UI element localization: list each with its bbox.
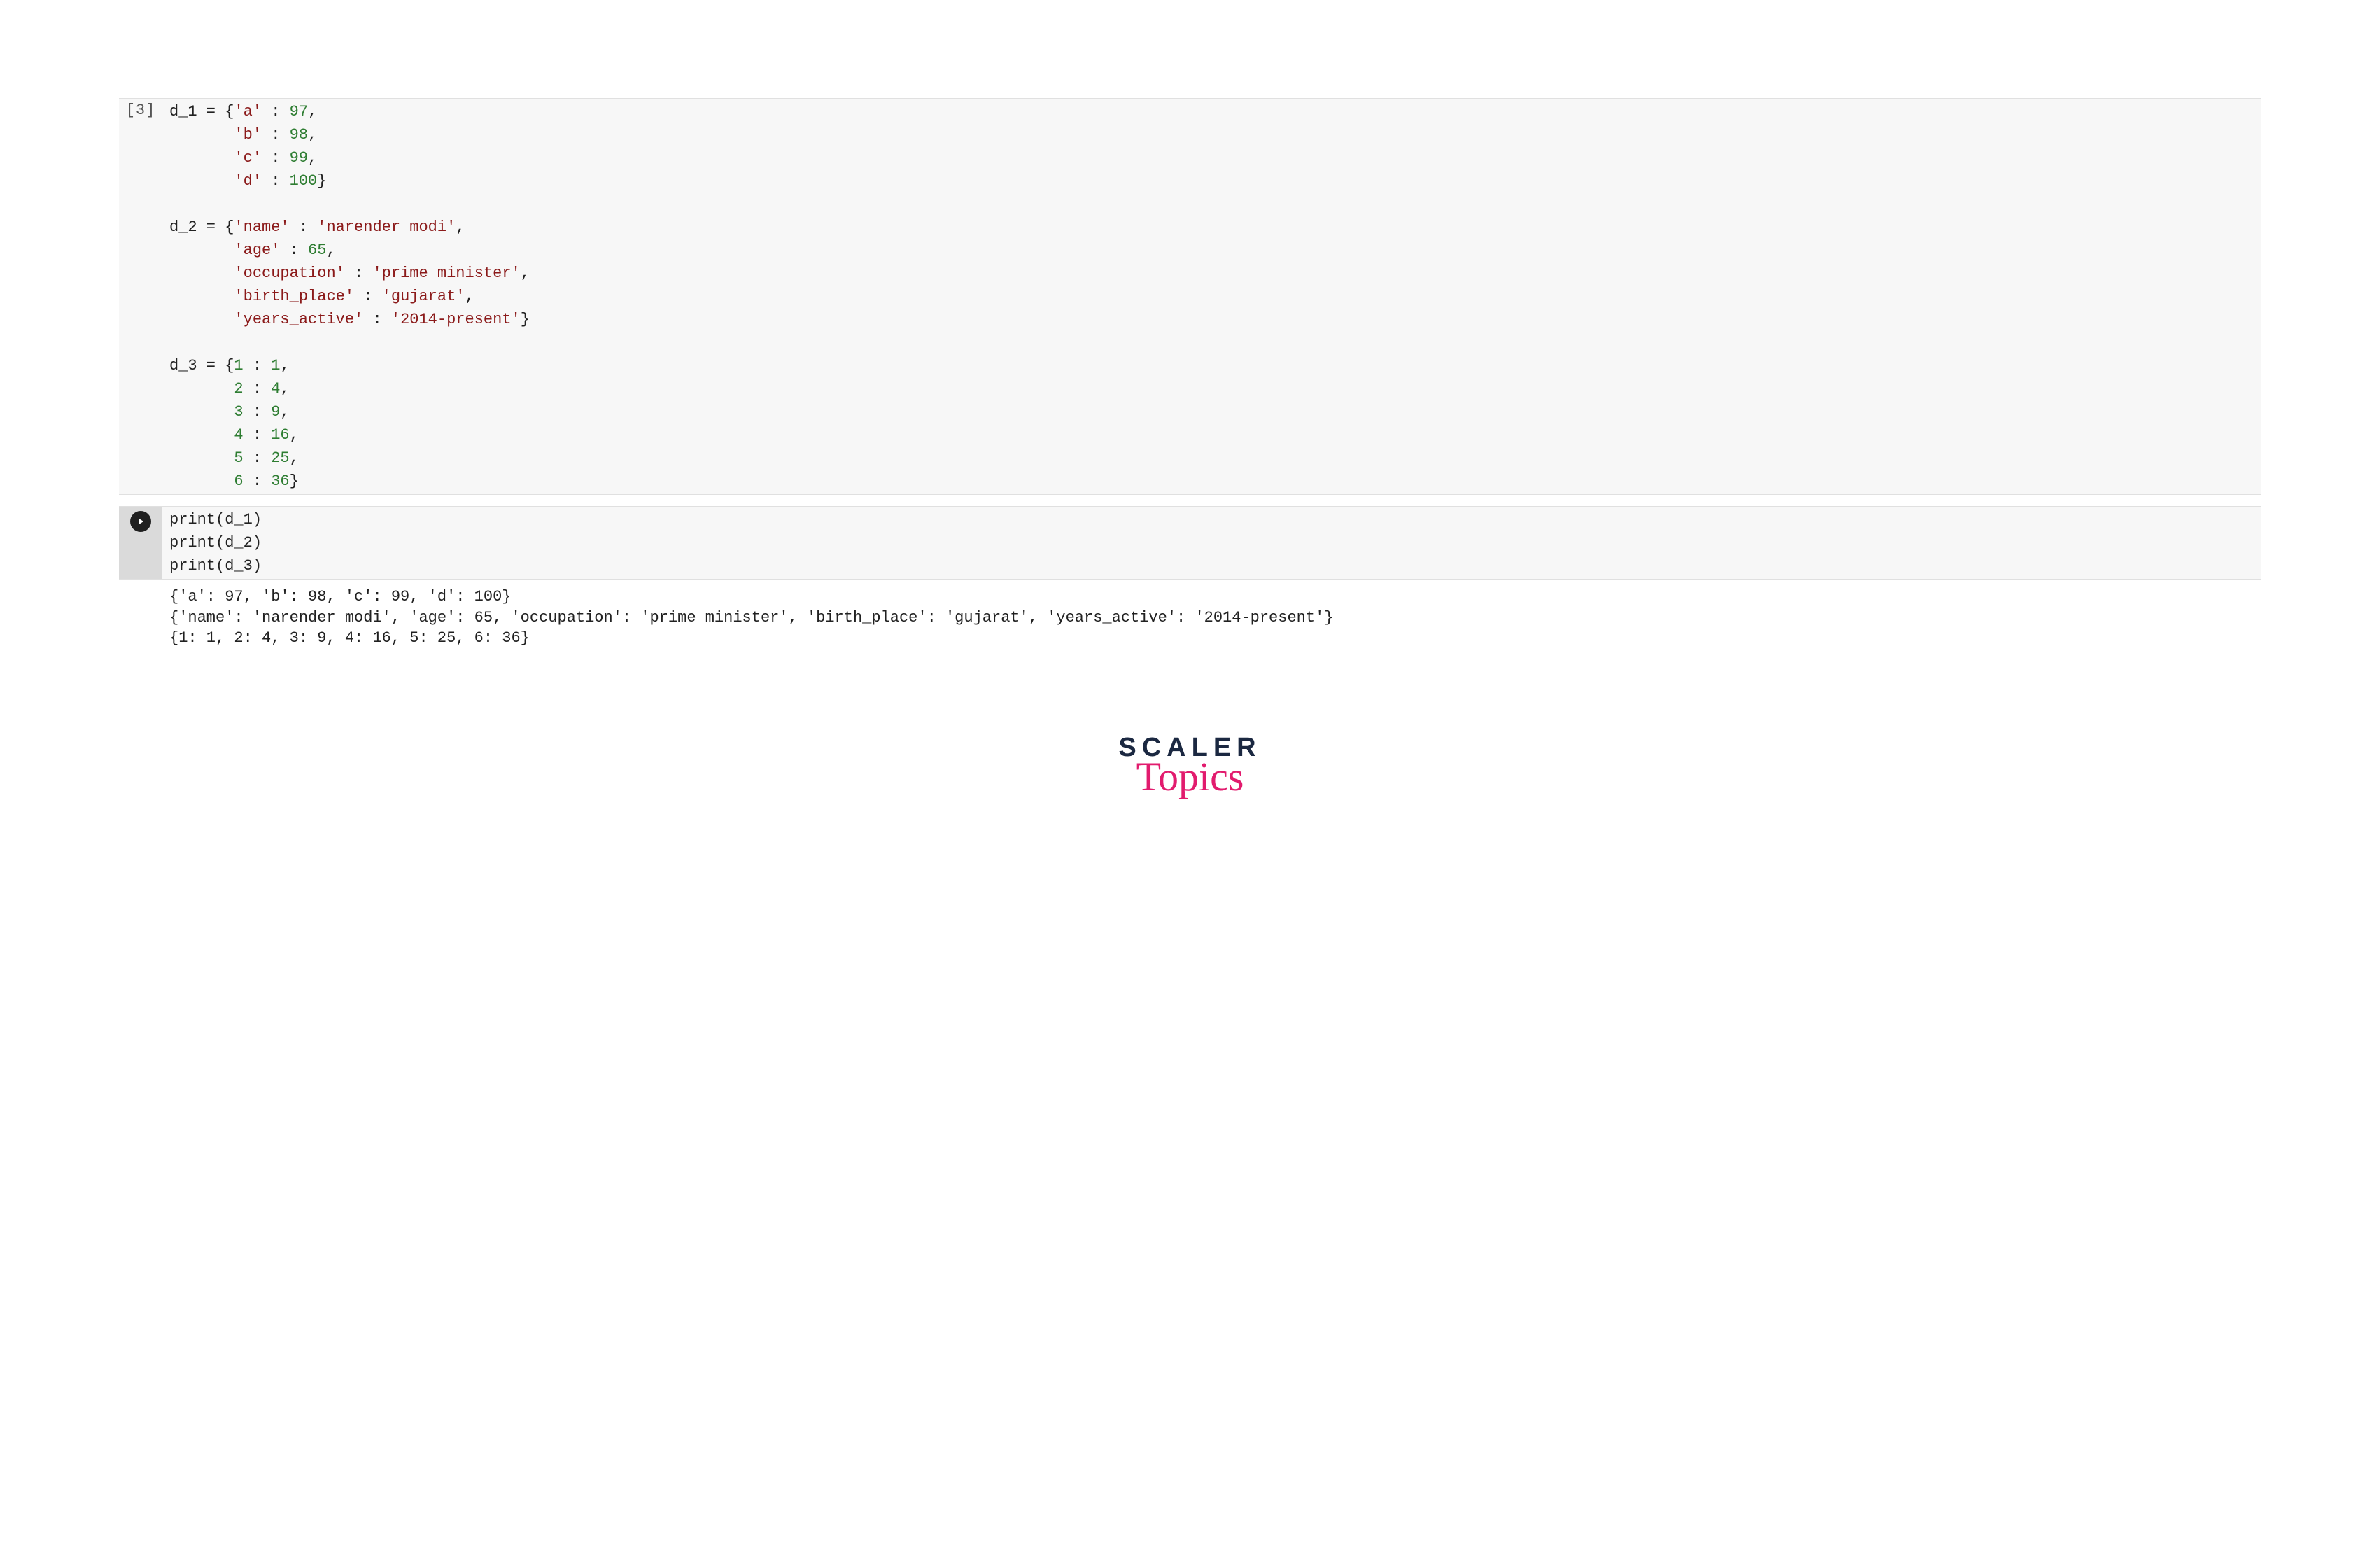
run-cell-button[interactable] <box>130 511 151 532</box>
execution-count: [3] <box>126 102 156 119</box>
cell-prompt-gutter <box>119 507 162 579</box>
play-icon <box>136 517 146 526</box>
cell-separator <box>119 495 2261 506</box>
cell-output: {'a': 97, 'b': 98, 'c': 99, 'd': 100} {'… <box>162 580 2261 656</box>
cell-prompt-gutter: [3] <box>119 99 162 494</box>
code-cell cell-2[interactable]: print(d_1) print(d_2) print(d_3) <box>119 506 2261 580</box>
cell-output-row: {'a': 97, 'b': 98, 'c': 99, 'd': 100} {'… <box>119 580 2261 656</box>
code-ck cell-1[interactable]: [3] d_1 = {'a' : 97, 'b' : 98, 'c' : 99,… <box>119 98 2261 495</box>
code-editor[interactable]: print(d_1) print(d_2) print(d_3) <box>162 507 2261 579</box>
footer-logo-wrap: SCALER Topics <box>119 733 2261 795</box>
notebook-page: [3] d_1 = {'a' : 97, 'b' : 98, 'c' : 99,… <box>0 0 2380 837</box>
output-gutter <box>119 580 162 656</box>
code-editor[interactable]: d_1 = {'a' : 97, 'b' : 98, 'c' : 99, 'd'… <box>162 99 2261 494</box>
logo-line2: Topics <box>1118 759 1261 795</box>
scaler-topics-logo: SCALER Topics <box>1118 733 1261 795</box>
